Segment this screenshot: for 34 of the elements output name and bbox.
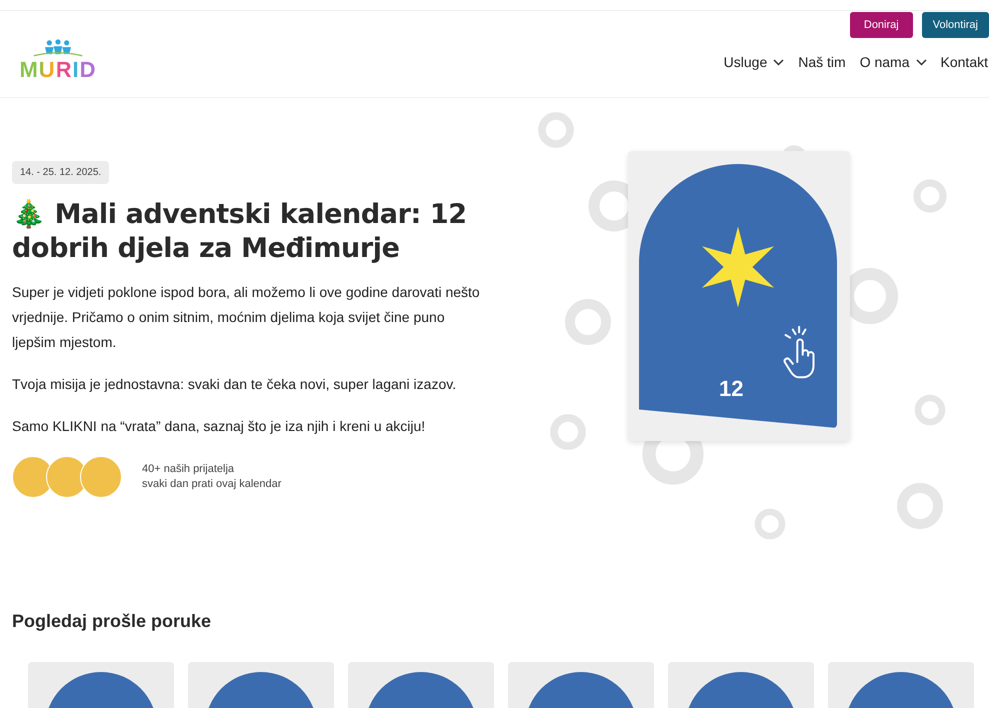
star-icon (702, 226, 774, 308)
past-calendar-card[interactable] (508, 662, 654, 708)
calendar-card[interactable]: 12 (628, 151, 850, 441)
past-calendar-card[interactable] (28, 662, 174, 708)
ring-decoration (914, 394, 946, 426)
ring-decoration (897, 483, 943, 529)
ring-decoration (565, 299, 611, 345)
header-button[interactable]: Doniraj (850, 12, 913, 38)
ring-decoration (754, 508, 786, 540)
ring-decoration (538, 112, 574, 148)
nav-link[interactable]: Naš tim (798, 54, 846, 70)
people-icon (32, 39, 84, 57)
date-badge: 14. - 25. 12. 2025. (12, 161, 110, 184)
followers-text: svaki dan prati ovaj kalendar (142, 477, 282, 492)
page-title: 🎄 Mali adventski kalendar: 12 dobrih djela za Međimurje (12, 198, 468, 266)
nav-link[interactable]: Usluge (724, 54, 784, 70)
intro-paragraph: Super je vidjeti poklone ispod bora, ali možemo li ove godine darovati nešto vrjednije. Pričamo o onim sitnim, moćnim djelima koja svijet čine puno ljepšim mjestom. (12, 283, 481, 352)
past-calendar-card[interactable] (668, 662, 814, 708)
past-calendar-card[interactable] (348, 662, 494, 708)
nav-link[interactable]: Kontakt (940, 54, 988, 70)
ring-decoration (550, 414, 586, 450)
ring-decoration (913, 179, 947, 213)
day-number: 12 (719, 376, 744, 402)
header-button[interactable]: Volontiraj (922, 12, 989, 38)
intro-paragraph: Tvoja misija je jednostavna: svaki dan te čeka novi, super lagani izazov. (12, 375, 458, 394)
past-calendar-card[interactable] (828, 662, 974, 708)
past-calendar-card[interactable] (188, 662, 334, 708)
intro-paragraph: Samo KLIKNI na “vrata” dana, saznaj što je iza njih i kreni u akciju! (12, 417, 426, 436)
calendar-door[interactable]: 12 (639, 164, 837, 428)
nav-link[interactable]: O nama (860, 54, 927, 70)
followers-text: 40+ naših prijatelja (142, 462, 236, 477)
chevron-down-icon (773, 58, 784, 66)
chevron-down-icon (916, 58, 927, 66)
section-title: Pogledaj prošle poruke (12, 611, 212, 632)
